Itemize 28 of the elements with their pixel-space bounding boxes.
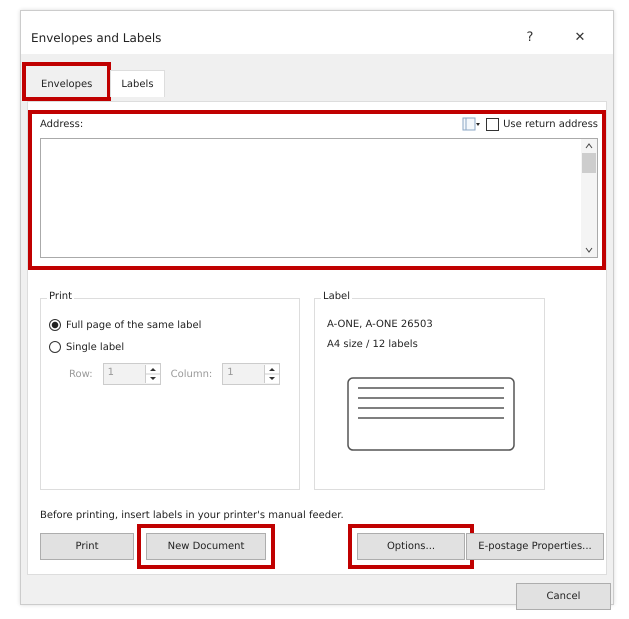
spinner-label: Column: — [170, 368, 212, 380]
close-button[interactable]: ✕ — [555, 29, 605, 46]
group-title: Print — [47, 291, 74, 302]
address-field[interactable] — [40, 138, 598, 258]
dialog-button[interactable]: Print — [40, 533, 134, 560]
dialog-button[interactable]: Options... — [357, 533, 465, 560]
radio-button[interactable] — [49, 341, 61, 353]
dialog-button[interactable]: E-postage Properties... — [466, 533, 604, 560]
help-button[interactable]: ? — [505, 29, 555, 46]
address-label: Address: — [40, 118, 84, 130]
group-title: Label — [321, 291, 352, 302]
address-book-icon[interactable] — [462, 117, 480, 131]
scroll-down-icon[interactable] — [585, 247, 593, 253]
radio-label: Full page of the same label — [66, 320, 202, 330]
label-info: A-ONE, A-ONE 26503 — [326, 319, 434, 330]
use-return-address-checkbox[interactable]: Use return address — [486, 118, 598, 130]
cancel-button[interactable]: Cancel — [516, 583, 611, 610]
spinner-label: Row: — [69, 368, 93, 380]
radio-button[interactable] — [49, 319, 61, 331]
scrollbar[interactable] — [581, 139, 597, 257]
feeder-note: Before printing, insert labels in your printer's manual feeder. — [39, 509, 345, 521]
dialog-button[interactable]: New Document — [146, 533, 266, 560]
scroll-up-icon[interactable] — [585, 143, 593, 149]
scroll-thumb[interactable] — [582, 153, 596, 173]
window-title: Envelopes and Labels — [31, 30, 162, 44]
radio-label: Single label — [66, 342, 124, 352]
label-info: A4 size / 12 labels — [326, 339, 419, 350]
tab[interactable]: Labels — [110, 70, 165, 97]
